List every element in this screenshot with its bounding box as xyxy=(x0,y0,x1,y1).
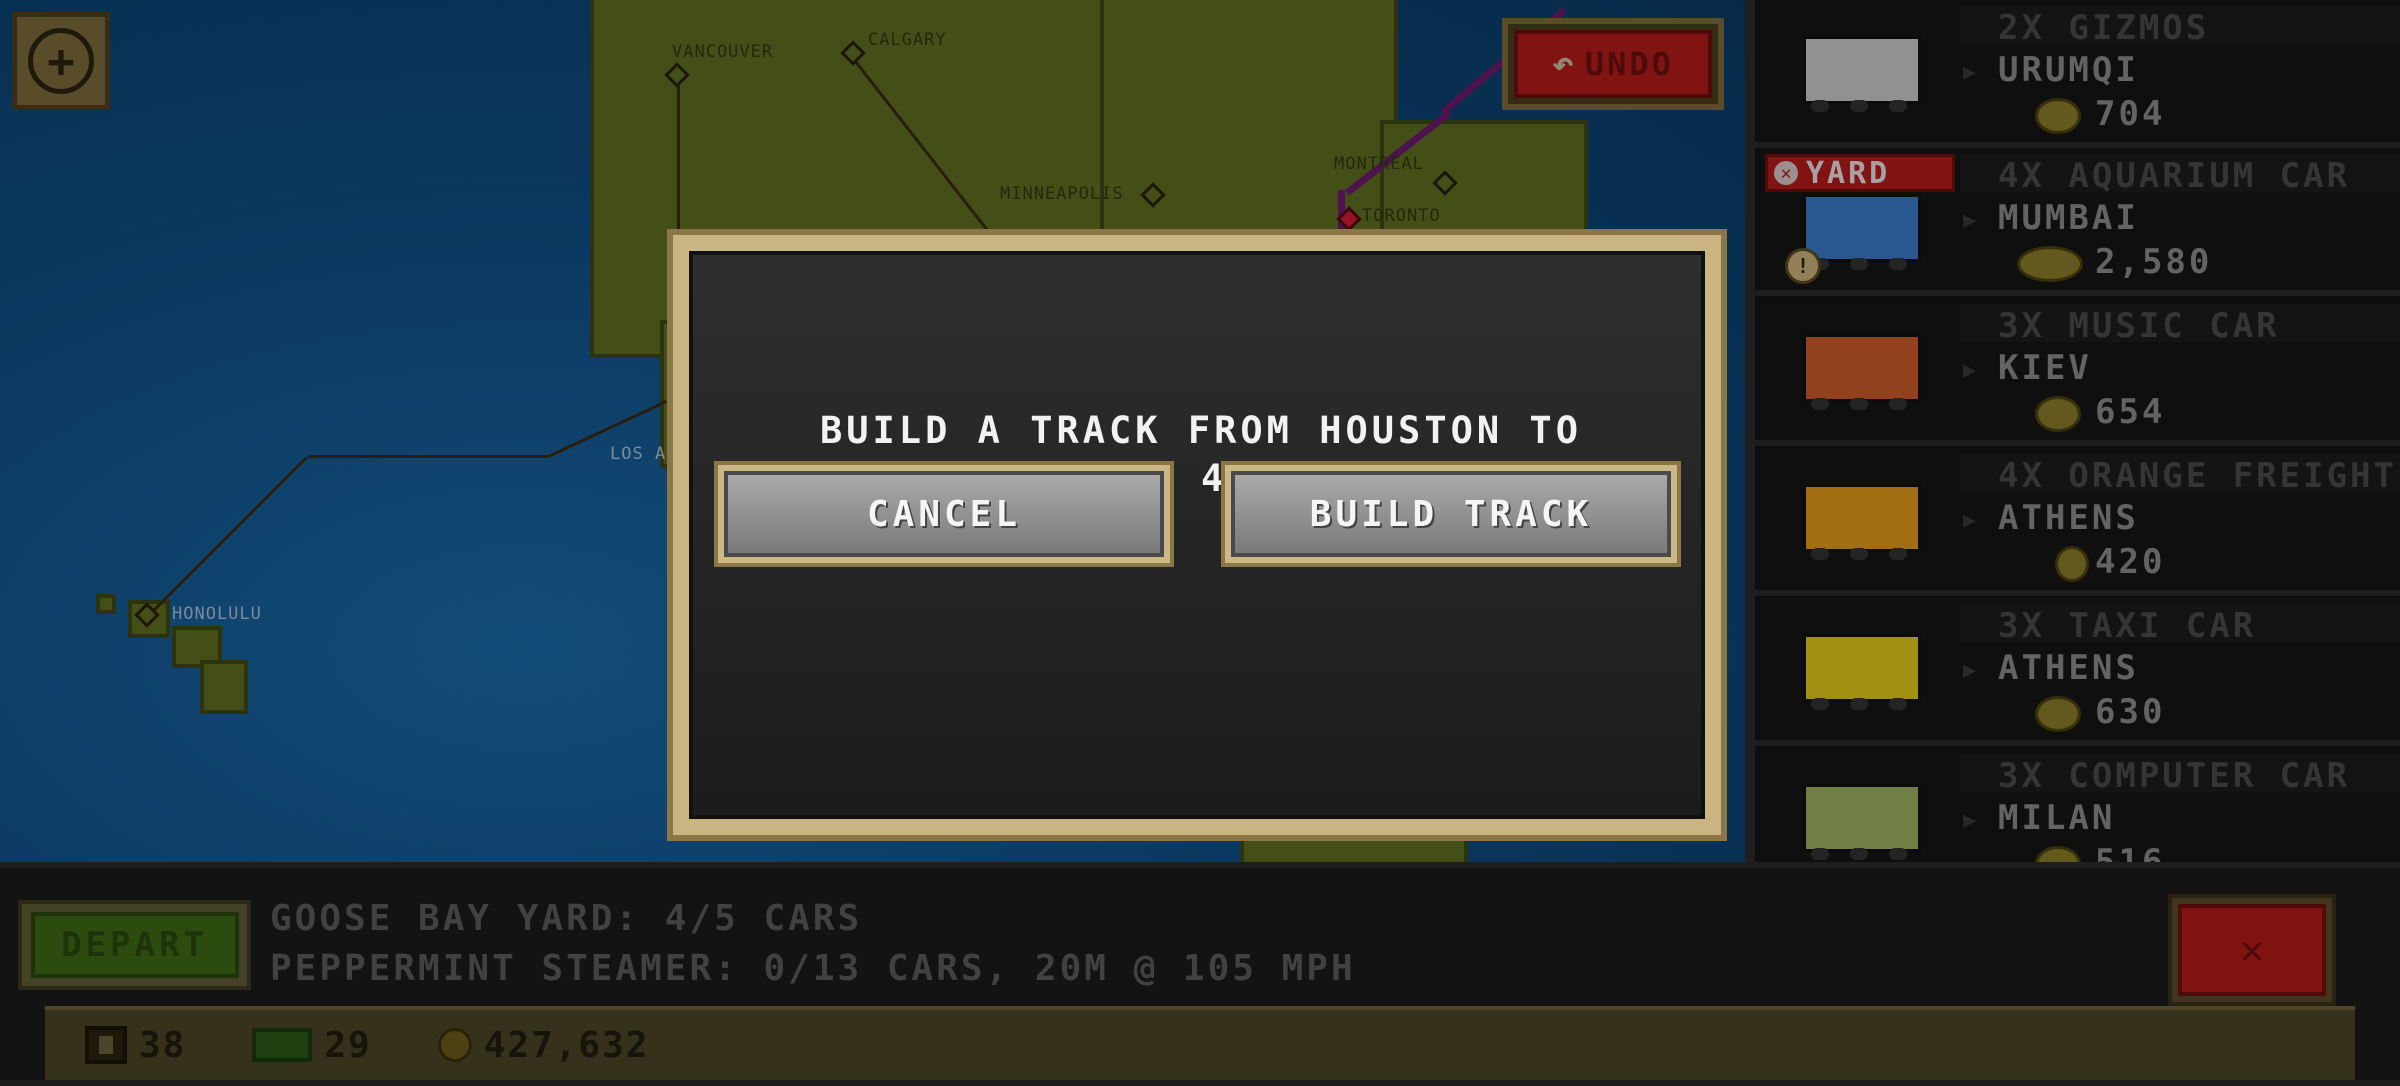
build-track-label: BUILD TRACK xyxy=(1231,471,1671,557)
cancel-label: CANCEL xyxy=(724,471,1164,557)
cancel-button[interactable]: CANCEL xyxy=(714,461,1174,567)
build-track-button[interactable]: BUILD TRACK xyxy=(1221,461,1681,567)
dialog-message-line-1: BUILD A TRACK FROM HOUSTON TO xyxy=(819,409,1582,452)
